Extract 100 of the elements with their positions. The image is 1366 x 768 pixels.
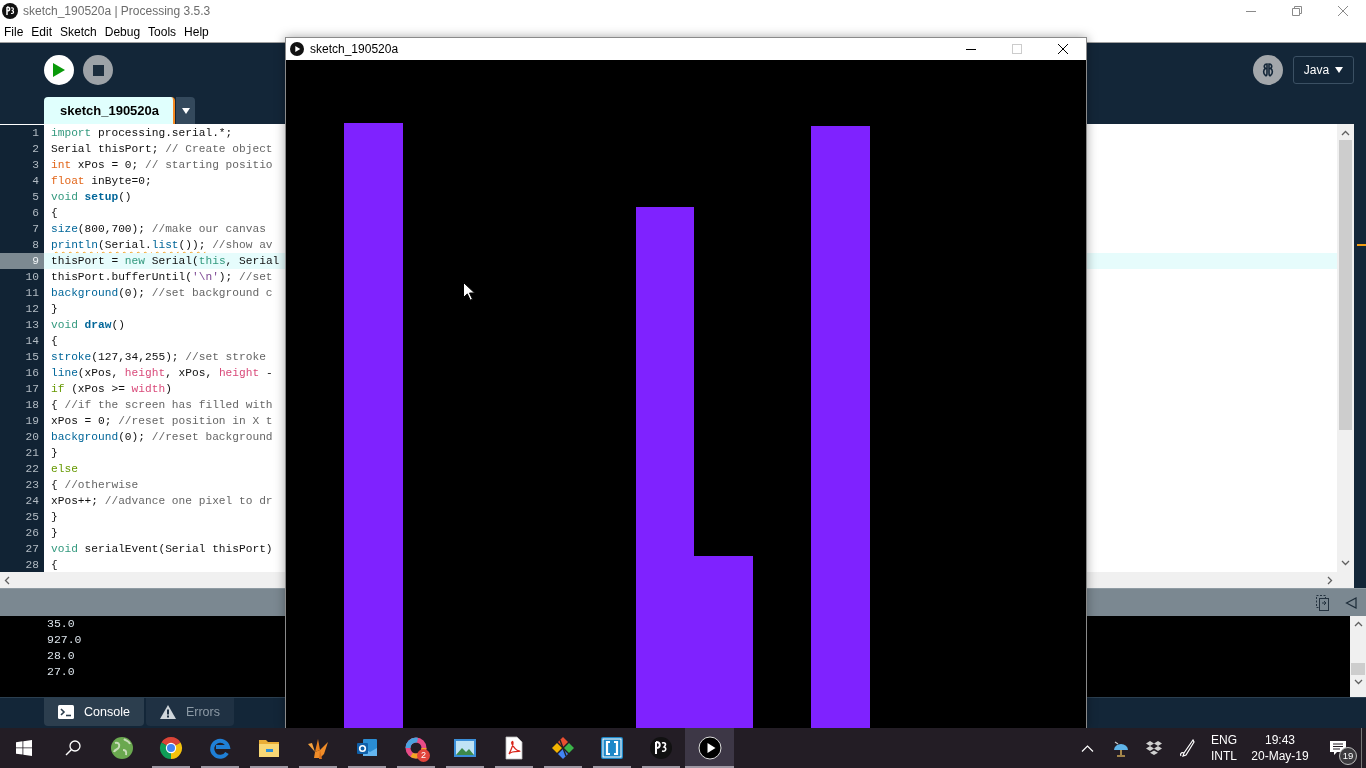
line-number: 10 xyxy=(0,269,44,285)
code-line: println(Serial.list()); //show av xyxy=(51,238,273,253)
tab-menu-button[interactable] xyxy=(176,97,196,124)
warning-icon xyxy=(159,705,176,719)
window-title: sketch_190520a xyxy=(310,42,399,56)
console-output: 35.0 xyxy=(47,616,75,632)
code-line: void serialEvent(Serial thisPort) xyxy=(51,542,273,557)
console-tab[interactable]: Console xyxy=(44,698,144,726)
line-number: 4 xyxy=(0,173,44,189)
code-line: background(0); //set background c xyxy=(51,286,273,301)
line-number: 25 xyxy=(0,509,44,525)
color-wheel-icon xyxy=(158,736,183,760)
close-icon xyxy=(1338,6,1348,16)
restore-icon xyxy=(1292,6,1302,16)
clipboard-icon[interactable] xyxy=(1316,594,1329,611)
chevron-up-icon xyxy=(1081,744,1094,752)
maximize-icon xyxy=(1012,44,1022,54)
play-icon xyxy=(53,63,65,77)
line-number: 17 xyxy=(0,381,44,397)
code-line: { xyxy=(51,206,58,221)
swirl-icon xyxy=(207,736,232,760)
diamond-icon xyxy=(550,736,575,760)
search-icon xyxy=(64,740,81,756)
line-number: 6 xyxy=(0,205,44,221)
stop-button[interactable] xyxy=(83,55,113,85)
code-line: { //if the screen has filled with xyxy=(51,398,273,413)
run-button[interactable] xyxy=(44,55,74,85)
scrollbar-thumb[interactable] xyxy=(1339,140,1352,430)
code-line: xPos++; //advance one pixel to dr xyxy=(51,494,273,509)
taskbar-button[interactable] xyxy=(685,728,734,768)
line-number: 26 xyxy=(0,525,44,541)
code-line: void draw() xyxy=(51,318,125,333)
menu-item[interactable]: File xyxy=(0,22,28,42)
line-number: 8 xyxy=(0,237,44,253)
ring-icon xyxy=(403,736,428,760)
dome-icon xyxy=(1111,739,1130,757)
chevron-left-icon[interactable] xyxy=(4,575,10,585)
chevron-down-icon[interactable] xyxy=(1341,560,1350,566)
console-tab[interactable]: Errors xyxy=(145,698,234,726)
console-output: 28.0 xyxy=(47,648,75,664)
play-icon xyxy=(697,736,722,760)
code-line: } xyxy=(51,446,58,461)
globe-icon xyxy=(109,736,134,760)
notification-count: 19 xyxy=(1339,747,1357,765)
code-line: void setup() xyxy=(51,190,132,205)
line-number: 9 xyxy=(0,253,44,269)
chevron-up-icon[interactable] xyxy=(1353,621,1363,627)
menu-item[interactable]: Edit xyxy=(27,22,57,42)
code-line: import processing.serial.*; xyxy=(51,126,233,141)
line-number: 3 xyxy=(0,157,44,173)
picture-icon xyxy=(452,736,477,760)
debug-button[interactable] xyxy=(1253,55,1283,85)
mode-button[interactable]: Java xyxy=(1293,56,1354,84)
code-line: size(800,700); //make our canvas xyxy=(51,222,266,237)
language-button[interactable]: ENG INTL xyxy=(1203,728,1245,768)
code-line: else xyxy=(51,462,78,477)
menu-item[interactable]: Tools xyxy=(144,22,181,42)
console-output: 27.0 xyxy=(47,664,75,680)
line-number: 5 xyxy=(0,189,44,205)
line-number: 18 xyxy=(0,397,44,413)
minimize-icon xyxy=(1246,10,1256,12)
line-number: 11 xyxy=(0,285,44,301)
chevron-right-icon[interactable] xyxy=(1327,575,1333,585)
chevron-up-icon[interactable] xyxy=(1341,130,1350,136)
sketch-tab[interactable]: sketch_190520a xyxy=(44,97,176,124)
windows-logo-icon xyxy=(16,740,32,756)
horizontal-scrollbar[interactable] xyxy=(1087,572,1354,588)
clock-button[interactable]: 19:43 20-May-19 xyxy=(1249,728,1311,768)
menu-item[interactable]: Help xyxy=(180,22,213,42)
code-line: stroke(127,34,255); //set stroke xyxy=(51,350,266,365)
line-number: 27 xyxy=(0,541,44,557)
caret-icon xyxy=(181,107,190,114)
line-number: 13 xyxy=(0,317,44,333)
line-number: 2 xyxy=(0,141,44,157)
line-number: 23 xyxy=(0,477,44,493)
chevron-down-icon[interactable] xyxy=(1353,679,1363,685)
console-scrollbar[interactable] xyxy=(1350,616,1366,697)
code-line: int xPos = 0; // starting positio xyxy=(51,158,273,173)
code-line: { xyxy=(51,334,58,349)
scrollbar-thumb[interactable] xyxy=(1351,663,1365,675)
boxes-icon xyxy=(1145,741,1162,755)
collapse-triangle-icon[interactable] xyxy=(1345,596,1357,609)
line-number: 1 xyxy=(0,125,44,141)
code-line: line(xPos, height, xPos, height - xyxy=(51,366,273,381)
pen-icon xyxy=(1178,739,1195,757)
line-number: 7 xyxy=(0,221,44,237)
line-number: 24 xyxy=(0,493,44,509)
menu-item[interactable]: Debug xyxy=(100,22,145,42)
close-icon xyxy=(1058,44,1068,54)
console-output: 927.0 xyxy=(47,632,82,648)
code-line: } xyxy=(51,302,58,317)
bracket-icon xyxy=(599,736,624,760)
warning-marker[interactable] xyxy=(1357,244,1366,246)
code-line: { //otherwise xyxy=(51,478,139,493)
notifications-button[interactable]: 19 xyxy=(1315,728,1361,768)
code-line: Serial thisPort; // Create object xyxy=(51,142,273,157)
vertical-scrollbar[interactable] xyxy=(1337,124,1354,572)
horizontal-scrollbar[interactable] xyxy=(0,572,285,588)
menu-item[interactable]: Sketch xyxy=(56,22,101,42)
code-line: } xyxy=(51,526,58,541)
